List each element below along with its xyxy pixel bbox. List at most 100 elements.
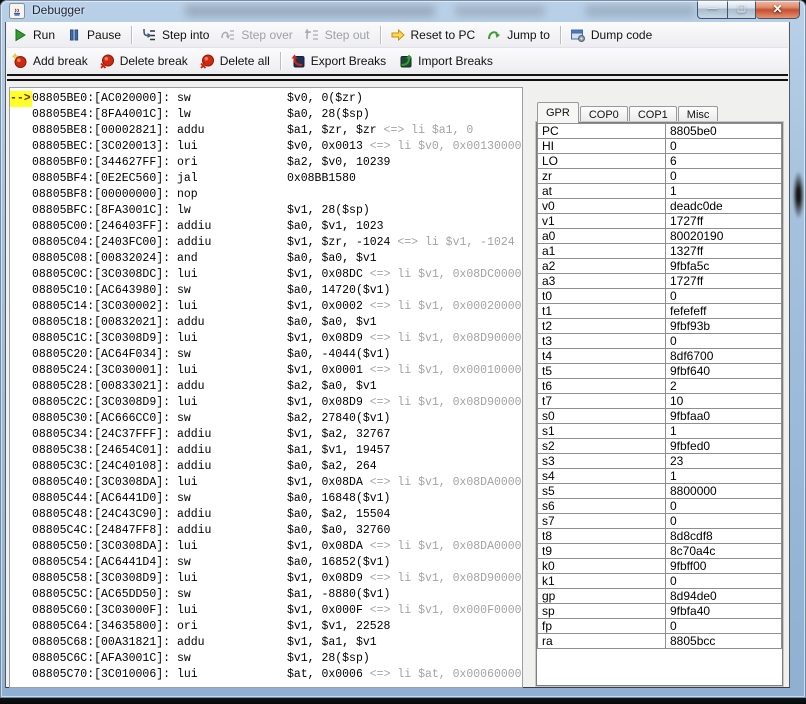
disassembly-line[interactable]: 08805BE4:[8FA4001C]: lw $a0, 28($sp) bbox=[10, 107, 522, 123]
register-value[interactable]: 0 bbox=[665, 168, 782, 184]
disassembly-line[interactable]: 08805BF4:[0E2EC560]: jal 0x08BB1580 bbox=[10, 171, 522, 187]
register-value[interactable]: 8805bcc bbox=[665, 633, 782, 649]
register-value[interactable]: 8800000 bbox=[665, 483, 782, 499]
tab-cop1[interactable]: COP1 bbox=[628, 106, 677, 123]
register-value[interactable]: 8df6700 bbox=[665, 348, 782, 364]
register-value[interactable]: 0 bbox=[665, 288, 782, 304]
close-button[interactable]: ✕ bbox=[756, 0, 800, 19]
disassembly-line[interactable]: 08805C08:[00832024]: and $a0, $a0, $v1 bbox=[10, 251, 522, 267]
disassembly-line[interactable]: 08805BF8:[00000000]: nop bbox=[10, 187, 522, 203]
add-break-icon bbox=[12, 53, 28, 69]
jump-to-button[interactable]: Jump to bbox=[481, 25, 556, 45]
pause-button[interactable]: Pause bbox=[61, 25, 127, 45]
minimize-button[interactable]: — bbox=[697, 0, 727, 19]
register-name: a3 bbox=[537, 273, 666, 289]
register-value[interactable]: 6 bbox=[665, 153, 782, 169]
disassembly-line[interactable]: 08805C34:[24C37FFF]: addiu $v1, $a2, 3276… bbox=[10, 427, 522, 443]
add-break-button[interactable]: Add break bbox=[7, 51, 94, 71]
export-breaks-button[interactable]: Export Breaks bbox=[285, 51, 392, 71]
register-value[interactable]: 9fbff00 bbox=[665, 558, 782, 574]
disassembly-line[interactable]: 08805BE8:[00002821]: addu $a1, $zr, $zr <… bbox=[10, 123, 522, 139]
disassembly-line[interactable]: 08805C48:[24C43C90]: addiu $a0, $a2, 1550… bbox=[10, 507, 522, 523]
disassembly-line[interactable]: 08805C4C:[24847FF8]: addiu $a0, $a0, 3276… bbox=[10, 523, 522, 539]
disassembly-line[interactable]: 08805C28:[00833021]: addu $a2, $a0, $v1 bbox=[10, 379, 522, 395]
tab-gpr[interactable]: GPR bbox=[537, 102, 579, 123]
step-into-button[interactable]: Step into bbox=[136, 25, 215, 45]
register-value[interactable]: 1 bbox=[665, 423, 782, 439]
disassembly-line[interactable]: 08805C6C:[AFA3001C]: sw $v1, 28($sp) bbox=[10, 651, 522, 667]
register-table-body: PC 8805be0 HI 0 LO 6 zr 0 at 1 v0 deadc0de v1 1727ff a… bbox=[537, 123, 782, 649]
register-value[interactable]: 9fbf93b bbox=[665, 318, 782, 334]
register-value[interactable]: 1727ff bbox=[665, 273, 782, 289]
register-value[interactable]: 8c70a4c bbox=[665, 543, 782, 559]
disassembly-line[interactable]: -->08805BE0:[AC020000]: sw $v0, 0($zr) bbox=[10, 91, 522, 107]
disassembly-line[interactable]: 08805C40:[3C0308DA]: lui $v1, 0x08DA <=> … bbox=[10, 475, 522, 491]
disassembly-line[interactable]: 08805C54:[AC6441D4]: sw $a0, 16852($v1) bbox=[10, 555, 522, 571]
disassembly-line[interactable]: 08805C24:[3C030001]: lui $v1, 0x0001 <=> … bbox=[10, 363, 522, 379]
window-title: Debugger bbox=[32, 3, 85, 17]
disassembly-line[interactable]: 08805C2C:[3C0308D9]: lui $v1, 0x08D9 <=> … bbox=[10, 395, 522, 411]
register-value[interactable]: 9fbfaa0 bbox=[665, 408, 782, 424]
disassembly-line[interactable]: 08805C58:[3C0308D9]: lui $v1, 0x08D9 <=> … bbox=[10, 571, 522, 587]
maximize-button[interactable]: ▢ bbox=[727, 0, 756, 19]
register-value[interactable]: 1327ff bbox=[665, 243, 782, 259]
disassembly-pane[interactable]: -->08805BE0:[AC020000]: sw $v0, 0($zr) 088… bbox=[9, 87, 523, 688]
tab-misc[interactable]: Misc bbox=[677, 106, 719, 123]
disassembly-line[interactable]: 08805BEC:[3C020013]: lui $v0, 0x0013 <=> … bbox=[10, 139, 522, 155]
step-out-button[interactable]: Step out bbox=[299, 25, 376, 45]
disassembly-line[interactable]: 08805C30:[AC666CC0]: sw $a2, 27840($v1) bbox=[10, 411, 522, 427]
register-value[interactable]: 80020190 bbox=[665, 228, 782, 244]
register-value[interactable]: 0 bbox=[665, 618, 782, 634]
disassembly-line[interactable]: 08805C38:[24654C01]: addiu $a1, $v1, 1945… bbox=[10, 443, 522, 459]
register-value[interactable]: 0 bbox=[665, 333, 782, 349]
delete-all-button[interactable]: Delete all bbox=[194, 51, 276, 71]
register-value[interactable]: 0 bbox=[665, 138, 782, 154]
delete-break-button[interactable]: Delete break bbox=[94, 51, 194, 71]
disassembly-line[interactable]: 08805C44:[AC6441D0]: sw $a0, 16848($v1) bbox=[10, 491, 522, 507]
disassembly-line[interactable]: 08805C1C:[3C0308D9]: lui $v1, 0x08D9 <=> … bbox=[10, 331, 522, 347]
register-value[interactable]: 1727ff bbox=[665, 213, 782, 229]
register-value[interactable]: 9fbfed0 bbox=[665, 438, 782, 454]
disassembly-line[interactable]: 08805C10:[AC643980]: sw $a0, 14720($v1) bbox=[10, 283, 522, 299]
disassembly-line[interactable]: 08805C50:[3C0308DA]: lui $v1, 0x08DA <=> … bbox=[10, 539, 522, 555]
disassembly-line[interactable]: 08805C18:[00832021]: addu $a0, $a0, $v1 bbox=[10, 315, 522, 331]
register-value[interactable]: 0 bbox=[665, 513, 782, 529]
register-value[interactable]: 9fbf640 bbox=[665, 363, 782, 379]
disassembly-line[interactable]: 08805BFC:[8FA3001C]: lw $v1, 28($sp) bbox=[10, 203, 522, 219]
disassembly-line[interactable]: 08805C14:[3C030002]: lui $v1, 0x0002 <=> … bbox=[10, 299, 522, 315]
register-value[interactable]: 2 bbox=[665, 378, 782, 394]
register-value[interactable]: 0 bbox=[665, 573, 782, 589]
step-over-button[interactable]: Step over bbox=[215, 25, 298, 45]
disassembly-line[interactable]: 08805C3C:[24C40108]: addiu $a0, $a2, 264 bbox=[10, 459, 522, 475]
register-value[interactable]: 8805be0 bbox=[665, 123, 782, 139]
register-value[interactable]: 0 bbox=[665, 498, 782, 514]
register-value[interactable]: 1 bbox=[665, 183, 782, 199]
disassembly-line[interactable]: 08805C00:[246403FF]: addiu $a0, $v1, 1023 bbox=[10, 219, 522, 235]
disassembly-line[interactable]: 08805C60:[3C03000F]: lui $v1, 0x000F <=> … bbox=[10, 603, 522, 619]
disassembly-line[interactable]: 08805C64:[34635800]: ori $v1, $v1, 22528 bbox=[10, 619, 522, 635]
register-value[interactable]: 23 bbox=[665, 453, 782, 469]
import-breaks-button[interactable]: Import Breaks bbox=[392, 51, 499, 71]
register-value[interactable]: fefefeff bbox=[665, 303, 782, 319]
dump-code-button[interactable]: Dump code bbox=[565, 25, 658, 45]
register-row: k0 9fbff00 bbox=[537, 558, 782, 574]
register-value[interactable]: 9fbfa5c bbox=[665, 258, 782, 274]
disassembly-line[interactable]: 08805C68:[00A31821]: addu $v1, $a1, $v1 bbox=[10, 635, 522, 651]
run-button[interactable]: Run bbox=[7, 25, 61, 45]
register-value[interactable]: 9fbfa40 bbox=[665, 603, 782, 619]
disassembly-line[interactable]: 08805C5C:[AC65DD50]: sw $a1, -8880($v1) bbox=[10, 587, 522, 603]
disassembly-line[interactable]: 08805C04:[2403FC00]: addiu $v1, $zr, -102… bbox=[10, 235, 522, 251]
register-value[interactable]: 1 bbox=[665, 468, 782, 484]
disassembly-line[interactable]: 08805C70:[3C010006]: lui $at, 0x0006 <=> … bbox=[10, 667, 522, 683]
register-value[interactable]: deadc0de bbox=[665, 198, 782, 214]
reset-to-pc-button[interactable]: Reset to PC bbox=[385, 25, 482, 45]
disassembly-line[interactable]: 08805C20:[AC64F034]: sw $a0, -4044($v1) bbox=[10, 347, 522, 363]
tab-cop0[interactable]: COP0 bbox=[579, 106, 628, 123]
disassembly-line[interactable]: 08805C0C:[3C0308DC]: lui $v1, 0x08DC <=> … bbox=[10, 267, 522, 283]
titlebar[interactable]: Debugger — ▢ ✕ bbox=[0, 0, 806, 22]
register-value[interactable]: 8d8cdf8 bbox=[665, 528, 782, 544]
register-name: fp bbox=[537, 618, 666, 634]
disassembly-line[interactable]: 08805BF0:[344627FF]: ori $a2, $v0, 10239 bbox=[10, 155, 522, 171]
register-value[interactable]: 10 bbox=[665, 393, 782, 409]
register-value[interactable]: 8d94de0 bbox=[665, 588, 782, 604]
